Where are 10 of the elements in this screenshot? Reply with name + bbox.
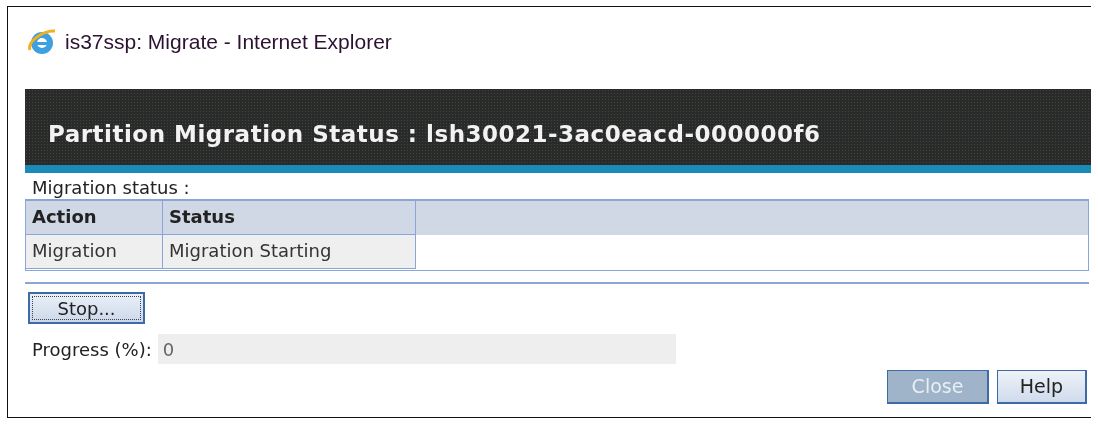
window-title: is37ssp: Migrate - Internet Explorer bbox=[65, 29, 392, 56]
page-title: Partition Migration Status : lsh30021-3ac0eacd-000000f6 bbox=[48, 119, 821, 149]
progress-field[interactable]: 0 bbox=[157, 334, 676, 364]
stop-button[interactable]: Stop... bbox=[28, 292, 145, 324]
dialog-button[interactable]: Help bbox=[997, 370, 1087, 404]
progress-label: Progress (%): bbox=[32, 337, 152, 362]
browser-logo-icon bbox=[27, 28, 57, 56]
table-cell: Migration Starting bbox=[163, 235, 416, 269]
table-cell: Migration bbox=[26, 235, 163, 269]
section-label: Migration status : bbox=[31, 176, 191, 199]
